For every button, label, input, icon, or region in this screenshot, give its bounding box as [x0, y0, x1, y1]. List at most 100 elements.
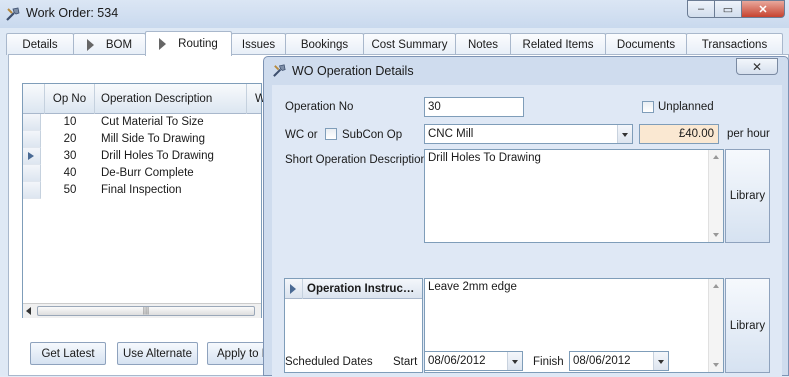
grid-header: Op No Operation Description W	[23, 84, 266, 114]
finish-date-value: 08/06/2012	[573, 355, 631, 367]
finish-label: Finish	[533, 356, 564, 368]
rate-unit-label: per hour	[727, 128, 770, 140]
start-date-value: 08/06/2012	[428, 355, 486, 367]
tab-related-items[interactable]: Related Items	[510, 33, 606, 55]
scroll-left-icon[interactable]	[26, 307, 31, 315]
minimize-icon: ‒	[697, 3, 705, 15]
description-cell: De-Burr Complete	[101, 167, 194, 179]
horizontal-scrollbar[interactable]: |||	[23, 303, 261, 318]
scroll-thumb[interactable]: |||	[37, 306, 255, 316]
app-icon	[6, 7, 20, 21]
tab-bookings[interactable]: Bookings	[285, 33, 364, 55]
subcon-checkbox[interactable]	[325, 128, 337, 140]
start-label: Start	[393, 356, 418, 368]
op-no-cell: 40	[63, 167, 77, 179]
maximize-button[interactable]: ▭	[714, 0, 742, 18]
work-centre-combo[interactable]: CNC Mill	[424, 124, 633, 144]
tab-strip: Details BOM Routing Issues Bookings Cost…	[6, 31, 789, 56]
work-centre-value: CNC Mill	[428, 128, 474, 140]
op-no-cell: 20	[63, 133, 77, 145]
scroll-down-icon[interactable]	[713, 233, 719, 237]
row-selector[interactable]	[23, 165, 41, 182]
maximize-icon: ▭	[722, 3, 734, 16]
row-selector[interactable]	[23, 114, 41, 131]
instructions-header[interactable]: Operation Instruc…	[285, 279, 422, 299]
tab-label: Related Items	[522, 38, 594, 51]
dialog-close-button[interactable]: ✕	[736, 58, 778, 75]
tab-routing[interactable]: Routing	[145, 31, 232, 56]
op-no-cell: 10	[63, 116, 77, 128]
table-row[interactable]: 10 Cut Material To Size	[23, 114, 261, 131]
calendar-dropdown-icon[interactable]	[653, 352, 668, 370]
description-cell: Final Inspection	[101, 184, 182, 196]
window-title: Work Order: 534	[26, 6, 119, 20]
close-icon: ✕	[751, 59, 763, 74]
row-selector-current[interactable]	[285, 279, 303, 299]
row-selector-current[interactable]	[23, 148, 41, 165]
row-selector[interactable]	[23, 182, 41, 199]
tab-label: Issues	[241, 38, 276, 51]
rate-field[interactable]: £40.00	[639, 124, 719, 144]
description-cell: Mill Side To Drawing	[101, 133, 205, 145]
table-row[interactable]: 20 Mill Side To Drawing	[23, 131, 261, 148]
close-button[interactable]: ✕	[741, 0, 785, 18]
description-cell: Drill Holes To Drawing	[101, 150, 214, 162]
column-header-op-no[interactable]: Op No	[45, 84, 95, 114]
library-label: Library	[729, 319, 766, 332]
library-label: Library	[729, 190, 766, 202]
use-alternate-button[interactable]: Use Alternate	[117, 342, 198, 365]
tab-label: Bookings	[300, 38, 349, 51]
tab-label: Routing	[178, 38, 218, 50]
scroll-up-icon[interactable]	[713, 155, 719, 159]
scroll-up-icon[interactable]	[713, 284, 719, 288]
arrow-icon	[86, 38, 94, 51]
instructions-library-button[interactable]: Library	[725, 278, 770, 373]
grip-icon: |||	[142, 306, 150, 315]
scroll-down-icon[interactable]	[713, 363, 719, 367]
tab-label: BOM	[105, 38, 133, 51]
operation-no-label: Operation No	[285, 101, 354, 113]
tab-transactions[interactable]: Transactions	[686, 33, 783, 55]
row-selector-header	[23, 84, 45, 114]
unplanned-label: Unplanned	[658, 101, 714, 113]
tab-issues[interactable]: Issues	[231, 33, 286, 55]
tab-cost-summary[interactable]: Cost Summary	[363, 33, 456, 55]
finish-date-picker[interactable]: 08/06/2012	[569, 351, 669, 371]
tab-label: Details	[22, 38, 58, 51]
vertical-scrollbar[interactable]	[708, 150, 723, 242]
dialog-app-icon	[273, 64, 286, 77]
table-row-selected[interactable]: 30 Drill Holes To Drawing	[23, 148, 261, 165]
column-header-wc[interactable]: W	[247, 84, 266, 114]
description-cell: Cut Material To Size	[101, 116, 204, 128]
apply-to-button[interactable]: Apply to F	[207, 342, 267, 365]
get-latest-label: Get Latest	[41, 347, 95, 360]
vertical-scrollbar[interactable]	[708, 279, 723, 372]
table-row[interactable]: 40 De-Burr Complete	[23, 165, 261, 182]
tab-bom[interactable]: BOM	[73, 33, 146, 55]
unplanned-checkbox[interactable]	[642, 101, 654, 113]
row-selector[interactable]	[23, 131, 41, 148]
op-no-cell: 50	[63, 184, 77, 196]
tab-label: Documents	[616, 38, 676, 51]
short-desc-value: Drill Holes To Drawing	[428, 152, 541, 164]
start-date-picker[interactable]: 08/06/2012	[424, 351, 523, 371]
short-desc-library-button[interactable]: Library	[725, 149, 770, 243]
short-desc-label: Short Operation Description	[285, 154, 427, 166]
dialog-title: WO Operation Details	[292, 64, 414, 78]
dropdown-arrow-icon[interactable]	[617, 125, 632, 143]
dialog-title-bar: WO Operation Details ✕	[264, 57, 788, 84]
operation-no-field[interactable]: 30	[424, 97, 524, 117]
minimize-button[interactable]: ‒	[687, 0, 715, 18]
subcon-label: SubCon Op	[342, 129, 403, 141]
tab-details[interactable]: Details	[6, 33, 74, 55]
calendar-dropdown-icon[interactable]	[507, 352, 522, 370]
get-latest-button[interactable]: Get Latest	[30, 342, 106, 365]
tab-label: Notes	[467, 38, 499, 51]
short-desc-textarea[interactable]: Drill Holes To Drawing	[424, 149, 724, 243]
tab-notes[interactable]: Notes	[455, 33, 511, 55]
column-header-description[interactable]: Operation Description	[95, 84, 247, 114]
tab-documents[interactable]: Documents	[605, 33, 687, 55]
table-row[interactable]: 50 Final Inspection	[23, 182, 261, 199]
routing-grid: Op No Operation Description W 10 Cut Mat…	[22, 83, 266, 318]
close-icon: ✕	[758, 3, 768, 16]
